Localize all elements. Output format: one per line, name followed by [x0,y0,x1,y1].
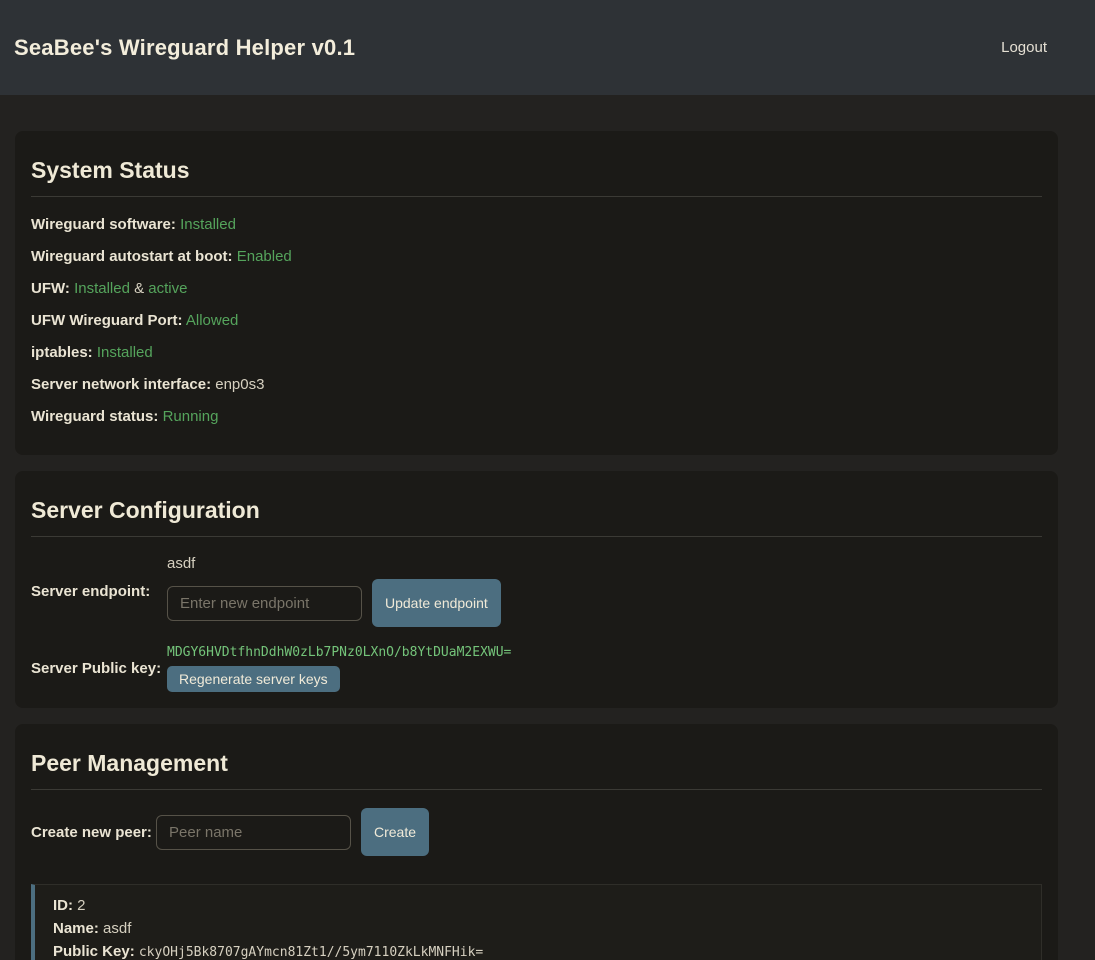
peer-name-label: Name: [53,920,99,937]
divider [31,196,1042,197]
update-endpoint-button[interactable]: Update endpoint [372,579,501,627]
status-value: Installed [180,216,236,233]
peer-management-title: Peer Management [31,750,1042,777]
system-status-card: System Status Wireguard software: Instal… [15,131,1058,455]
app-title: SeaBee's Wireguard Helper v0.1 [14,35,355,61]
status-autostart: Wireguard autostart at boot: Enabled [31,247,1042,266]
status-value: Running [163,408,219,425]
peer-id-value: 2 [77,897,85,914]
peer-id-label: ID: [53,897,73,914]
status-value-2: active [148,280,187,297]
system-status-title: System Status [31,157,1042,184]
peer-public-key-value: ckyOHj5Bk8707gAYmcn81Zt1//5ym7110ZkLkMNF… [139,945,483,960]
status-ufw: UFW: Installed & active [31,279,1042,298]
status-label: Wireguard software: [31,216,176,233]
status-label: iptables: [31,344,93,361]
regenerate-server-keys-button[interactable]: Regenerate server keys [167,666,340,692]
logout-link[interactable]: Logout [1001,39,1047,56]
current-endpoint-value: asdf [167,555,501,572]
divider [31,789,1042,790]
peer-name-input[interactable] [156,815,351,850]
status-wireguard-status: Wireguard status: Running [31,407,1042,426]
status-label: UFW: [31,280,70,297]
status-value: Installed [74,280,130,297]
status-label: UFW Wireguard Port: [31,312,183,329]
create-peer-row: Create new peer: Create [31,808,1042,856]
server-endpoint-row: Server endpoint: asdf Update endpoint [31,555,1042,627]
status-value: enp0s3 [215,376,264,393]
main-content: System Status Wireguard software: Instal… [15,131,1058,960]
peer-name-value: asdf [103,920,131,937]
status-value: Installed [97,344,153,361]
status-label: Wireguard autostart at boot: [31,248,233,265]
status-separator: & [134,280,144,297]
header: SeaBee's Wireguard Helper v0.1 Logout [0,0,1095,95]
peer-id-line: ID: 2 [53,897,1023,915]
peer-public-key-line: Public Key: ckyOHj5Bk8707gAYmcn81Zt1//5y… [53,943,1023,960]
peer-public-key-label: Public Key: [53,943,135,960]
peer-management-card: Peer Management Create new peer: Create … [15,724,1058,960]
server-public-key-label: Server Public key: [31,660,167,677]
status-value: Enabled [237,248,292,265]
status-label: Server network interface: [31,376,211,393]
server-endpoint-label: Server endpoint: [31,583,167,600]
server-configuration-title: Server Configuration [31,497,1042,524]
create-peer-button[interactable]: Create [361,808,429,856]
status-network-interface: Server network interface: enp0s3 [31,375,1042,394]
status-label: Wireguard status: [31,408,158,425]
status-wireguard-software: Wireguard software: Installed [31,215,1042,234]
status-iptables: iptables: Installed [31,343,1042,362]
server-configuration-card: Server Configuration Server endpoint: as… [15,471,1058,708]
create-peer-label: Create new peer: [31,824,156,841]
server-public-key-row: Server Public key: MDGY6HVDtfhnDdhW0zLb7… [31,645,1042,692]
peer-entry: ID: 2 Name: asdf Public Key: ckyOHj5Bk87… [31,884,1042,960]
peer-name-line: Name: asdf [53,920,1023,938]
divider [31,536,1042,537]
server-public-key-value: MDGY6HVDtfhnDdhW0zLb7PNz0LXnO/b8YtDUaM2E… [167,645,511,660]
status-ufw-port: UFW Wireguard Port: Allowed [31,311,1042,330]
endpoint-input[interactable] [167,586,362,621]
status-value: Allowed [186,312,239,329]
